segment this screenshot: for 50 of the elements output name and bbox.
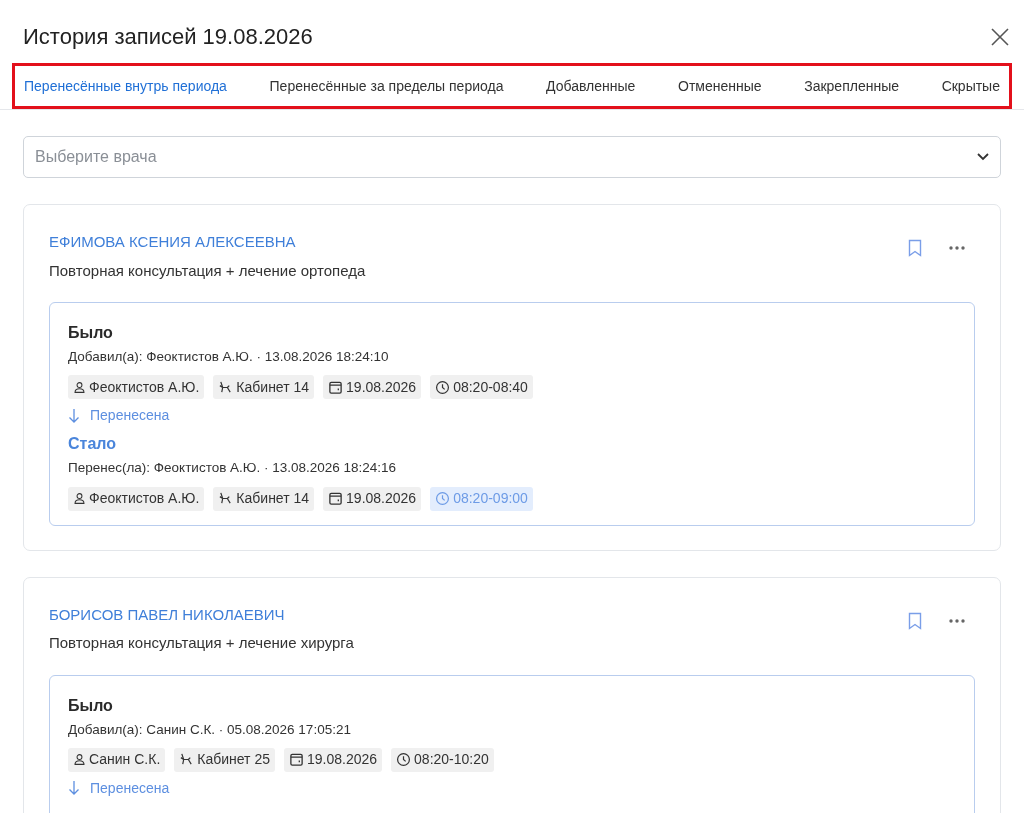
tag-text: Санин С.К. <box>89 750 161 770</box>
tab[interactable]: Закрепленные <box>804 75 899 97</box>
tab[interactable]: Отмененные <box>678 75 762 97</box>
tag-text: Феоктистов А.Ю. <box>89 377 200 397</box>
tag-text: 19.08.2026 <box>307 750 378 770</box>
down-arrow-icon <box>68 780 80 797</box>
change-info: Добавил(а): Феоктистов А.Ю. · 13.08.2026 18:24:10 <box>68 348 390 366</box>
service-name: Повторная консультация + лечение хирурга <box>49 633 354 653</box>
more-icon[interactable] <box>949 246 965 250</box>
tag-text: Кабинет 14 <box>236 489 310 508</box>
tag-text: 08:20-09:00 <box>453 489 528 508</box>
calendar-icon <box>328 379 344 395</box>
more-icon[interactable] <box>949 618 965 623</box>
dental-chair-icon <box>218 491 234 506</box>
tag-text: 08:20-08:40 <box>453 377 528 397</box>
patient-name-link[interactable]: ЕФИМОВА КСЕНИЯ АЛЕКСЕЕВНА <box>49 231 366 254</box>
clock-icon <box>435 379 451 395</box>
person-icon <box>73 753 86 767</box>
tag-text: 19.08.2026 <box>346 377 417 397</box>
bookmark-icon[interactable] <box>907 239 923 257</box>
transfer-status: Перенесена <box>90 406 170 426</box>
patient-name-link[interactable]: БОРИСОВ ПАВЕЛ НИКОЛАЕВИЧ <box>49 603 354 626</box>
calendar-icon <box>289 752 304 768</box>
calendar-icon <box>328 491 344 506</box>
tag-text: Феоктистов А.Ю. <box>89 489 200 508</box>
state-heading: Стало <box>68 434 117 455</box>
tab[interactable]: Скрытые <box>941 75 1000 97</box>
down-arrow-icon <box>68 407 80 424</box>
state-heading: Было <box>68 323 114 343</box>
tab[interactable]: Перенесённые за пределы периода <box>269 75 504 97</box>
bookmark-icon[interactable] <box>907 611 923 630</box>
service-name: Повторная консультация + лечение ортопеда <box>49 260 366 281</box>
person-icon <box>73 380 86 394</box>
transfer-status: Перенесена <box>90 778 170 798</box>
state-heading: Было <box>68 695 114 716</box>
dental-chair-icon <box>218 379 234 395</box>
change-info: Добавил(а): Санин С.К. · 05.08.2026 17:05:21 <box>68 720 352 739</box>
tag-text: 19.08.2026 <box>346 489 417 508</box>
dialog-title: История записей 19.08.2026 <box>23 23 313 51</box>
tab[interactable]: Добавленные <box>546 75 636 97</box>
clock-icon <box>435 491 451 506</box>
chevron-down-icon <box>977 153 989 161</box>
tab[interactable]: Перенесённые внутрь периода <box>24 75 227 97</box>
tag-text: Кабинет 25 <box>197 750 270 770</box>
select-placeholder: Выберите врача <box>35 147 157 167</box>
change-info: Перенес(ла): Феоктистов А.Ю. · 13.08.2026 18:24:16 <box>68 459 398 478</box>
clock-icon <box>396 752 412 768</box>
tag-text: Кабинет 14 <box>236 377 310 397</box>
person-icon <box>73 492 86 505</box>
tag-text: 08:20-10:20 <box>414 750 489 770</box>
